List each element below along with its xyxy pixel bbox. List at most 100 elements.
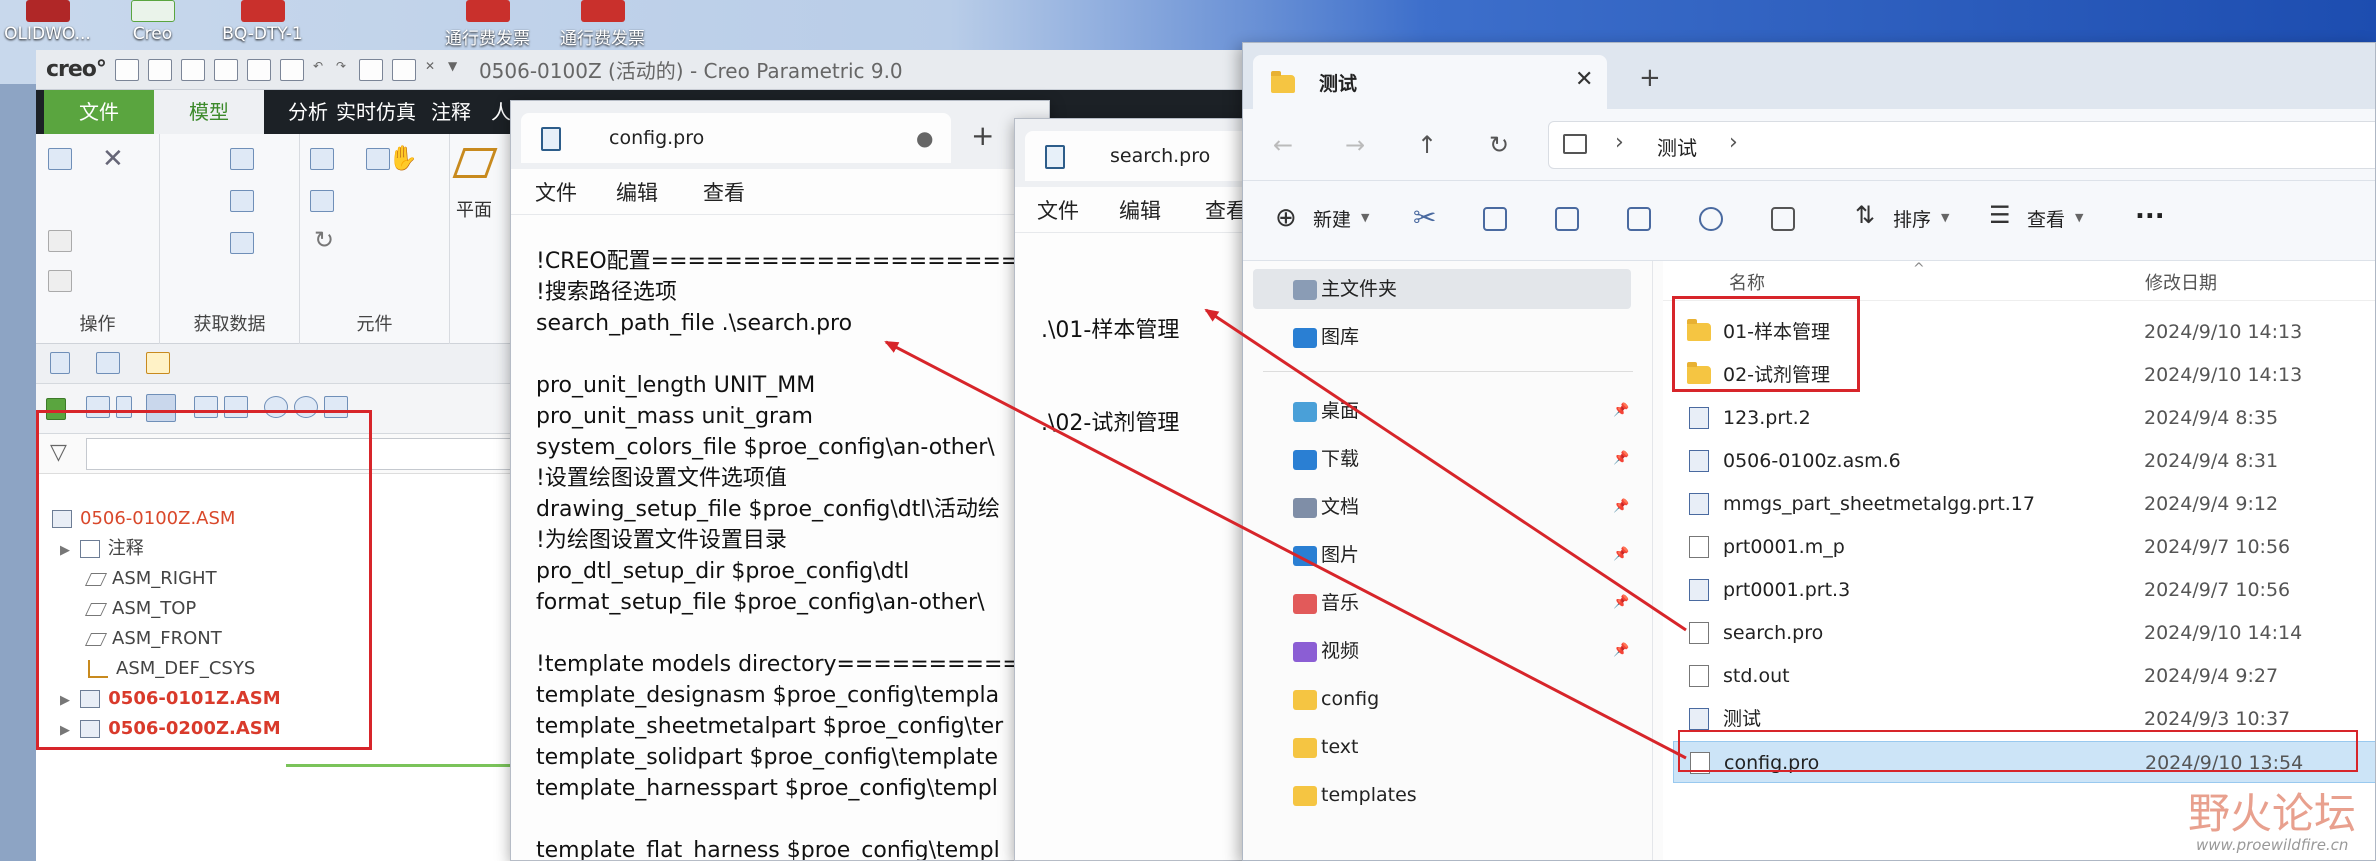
- pin-icon[interactable]: 📌: [1613, 499, 1629, 514]
- folder-browser-icon[interactable]: [96, 352, 120, 374]
- new-icon[interactable]: ⊕: [1275, 203, 1297, 233]
- menu-file[interactable]: 文件: [535, 177, 577, 207]
- plane-icon[interactable]: [452, 148, 498, 178]
- pin-icon[interactable]: 📌: [1613, 547, 1629, 562]
- breadcrumb[interactable]: 测试: [1657, 132, 1697, 161]
- close-window-icon[interactable]: ✕: [425, 59, 439, 81]
- rename-icon[interactable]: [1627, 207, 1651, 231]
- file-row[interactable]: mmgs_part_sheetmetalgg.prt.17 2024/9/4 9:…: [1673, 483, 2375, 525]
- model-tree-icon[interactable]: [50, 352, 70, 374]
- file-row[interactable]: std.out 2024/9/4 9:27: [1673, 655, 2375, 697]
- close-tab-icon[interactable]: ✕: [1575, 67, 1593, 92]
- create-icon[interactable]: [310, 190, 334, 212]
- chevron-down-icon[interactable]: ▼: [2075, 211, 2083, 224]
- chevron-down-icon[interactable]: ▼: [1361, 211, 1369, 224]
- open-icon[interactable]: [147, 58, 172, 81]
- save-as-icon[interactable]: [279, 58, 304, 81]
- desktop-icon-bq[interactable]: BQ-DTY-1: [215, 0, 310, 44]
- shrinkwrap-icon[interactable]: [230, 232, 254, 254]
- assemble-icon[interactable]: [310, 148, 334, 170]
- tab-analysis[interactable]: 分析: [288, 90, 328, 134]
- paste-icon[interactable]: [48, 270, 72, 292]
- file-row[interactable]: 123.prt.2 2024/9/4 8:35: [1673, 397, 2375, 439]
- back-icon[interactable]: ←: [1265, 127, 1301, 163]
- plane-label[interactable]: 平面: [456, 196, 492, 222]
- regenerate-icon[interactable]: [358, 58, 383, 81]
- tab-annotate[interactable]: 注释: [431, 90, 471, 134]
- file-row[interactable]: search.pro 2024/9/10 14:14: [1673, 612, 2375, 654]
- menu-view[interactable]: 查看: [703, 177, 745, 207]
- explorer-tab[interactable]: 测试 ✕: [1253, 55, 1607, 109]
- sidebar-item-nav-6[interactable]: 音乐: [1293, 583, 1359, 623]
- cut-icon[interactable]: ✂: [1413, 201, 1436, 234]
- share-icon[interactable]: [1699, 207, 1723, 231]
- more-button[interactable]: ...: [2135, 195, 2165, 225]
- sidebar-item-nav-10[interactable]: templates: [1293, 775, 1417, 815]
- tab-file[interactable]: 文件: [44, 90, 154, 134]
- up-icon[interactable]: ↑: [1409, 127, 1445, 163]
- new-tab-button[interactable]: +: [971, 119, 994, 152]
- sidebar-item-nav-2[interactable]: 桌面: [1293, 391, 1359, 431]
- desktop-icon-solidworks[interactable]: OLIDWO...: [0, 0, 95, 44]
- sidebar-item-nav-3[interactable]: 下载: [1293, 439, 1359, 479]
- sort-button[interactable]: 排序: [1893, 205, 1931, 232]
- view-icon[interactable]: ☰: [1989, 201, 2011, 229]
- sidebar-item-home[interactable]: 主文件夹: [1253, 269, 1631, 309]
- sidebar-item-nav-5[interactable]: 图片: [1293, 535, 1359, 575]
- chevron-down-icon[interactable]: ▼: [1941, 211, 1949, 224]
- user-feature-icon[interactable]: [230, 148, 254, 170]
- copy-icon[interactable]: [1483, 207, 1507, 231]
- desktop-icon-invoice-2[interactable]: 通行费发票: [555, 0, 650, 49]
- unsaved-dot-icon[interactable]: ●: [916, 113, 933, 163]
- delete-icon[interactable]: [1771, 207, 1795, 231]
- file-row[interactable]: prt0001.m_p 2024/9/7 10:56: [1673, 526, 2375, 568]
- notepad-text-area[interactable]: !CREO配置==================== !搜索路径选项 search…: [511, 215, 1049, 860]
- tab-model[interactable]: 模型: [154, 90, 264, 134]
- pin-icon[interactable]: 📌: [1613, 403, 1629, 418]
- undo-icon[interactable]: ↶: [313, 59, 327, 81]
- column-name-header[interactable]: 名称: [1729, 269, 1765, 295]
- tab-realtime-sim[interactable]: 实时仿真: [336, 90, 416, 134]
- new-button[interactable]: 新建: [1313, 205, 1351, 232]
- file-row[interactable]: prt0001.prt.3 2024/9/7 10:56: [1673, 569, 2375, 611]
- folder-icon[interactable]: [246, 58, 271, 81]
- pin-icon[interactable]: 📌: [1613, 451, 1629, 466]
- menu-view[interactable]: 查看: [1205, 195, 1247, 225]
- copy-icon[interactable]: [213, 58, 238, 81]
- address-input[interactable]: › 测试 ›: [1548, 121, 2375, 169]
- favorites-icon[interactable]: [146, 352, 170, 374]
- delete-icon[interactable]: ✕: [102, 144, 124, 174]
- dropdown-icon[interactable]: ▼: [448, 59, 462, 81]
- sidebar-item-nav-9[interactable]: text: [1293, 727, 1359, 767]
- regen-icon[interactable]: [48, 148, 72, 170]
- menu-edit[interactable]: 编辑: [616, 177, 658, 207]
- drag-icon[interactable]: ✋: [388, 144, 418, 172]
- sidebar-item-nav-7[interactable]: 视频: [1293, 631, 1359, 671]
- sidebar-item-nav-8[interactable]: config: [1293, 679, 1379, 719]
- new-tab-button[interactable]: +: [1639, 63, 1661, 93]
- desktop-icon-creo[interactable]: Creo: [105, 0, 200, 44]
- windows-icon[interactable]: [391, 58, 416, 81]
- copy-geom-icon[interactable]: [230, 190, 254, 212]
- sidebar-item-nav-1[interactable]: 图库: [1293, 317, 1359, 357]
- sort-icon[interactable]: ⇅: [1855, 201, 1875, 229]
- pin-icon[interactable]: 📌: [1613, 643, 1629, 658]
- repeat-icon[interactable]: ↻: [314, 226, 334, 254]
- redo-icon[interactable]: ↷: [336, 59, 350, 81]
- file-row[interactable]: 0506-0100z.asm.6 2024/9/4 8:31: [1673, 440, 2375, 482]
- menu-file[interactable]: 文件: [1037, 195, 1079, 225]
- mirror-icon[interactable]: [366, 148, 390, 170]
- paste-icon[interactable]: [1555, 207, 1579, 231]
- menu-edit[interactable]: 编辑: [1119, 195, 1161, 225]
- chevron-right-icon[interactable]: ›: [1729, 130, 1738, 155]
- column-date-header[interactable]: 修改日期: [2145, 269, 2217, 295]
- pin-icon[interactable]: 📌: [1613, 595, 1629, 610]
- desktop-icon-invoice-1[interactable]: 通行费发票: [440, 0, 535, 49]
- notepad-tab[interactable]: config.pro ●: [521, 113, 951, 163]
- save-icon[interactable]: [180, 58, 205, 81]
- forward-icon[interactable]: →: [1337, 127, 1373, 163]
- copy-icon[interactable]: [48, 230, 72, 252]
- sidebar-item-nav-4[interactable]: 文档: [1293, 487, 1359, 527]
- new-icon[interactable]: [114, 58, 139, 81]
- refresh-icon[interactable]: ↻: [1481, 127, 1517, 163]
